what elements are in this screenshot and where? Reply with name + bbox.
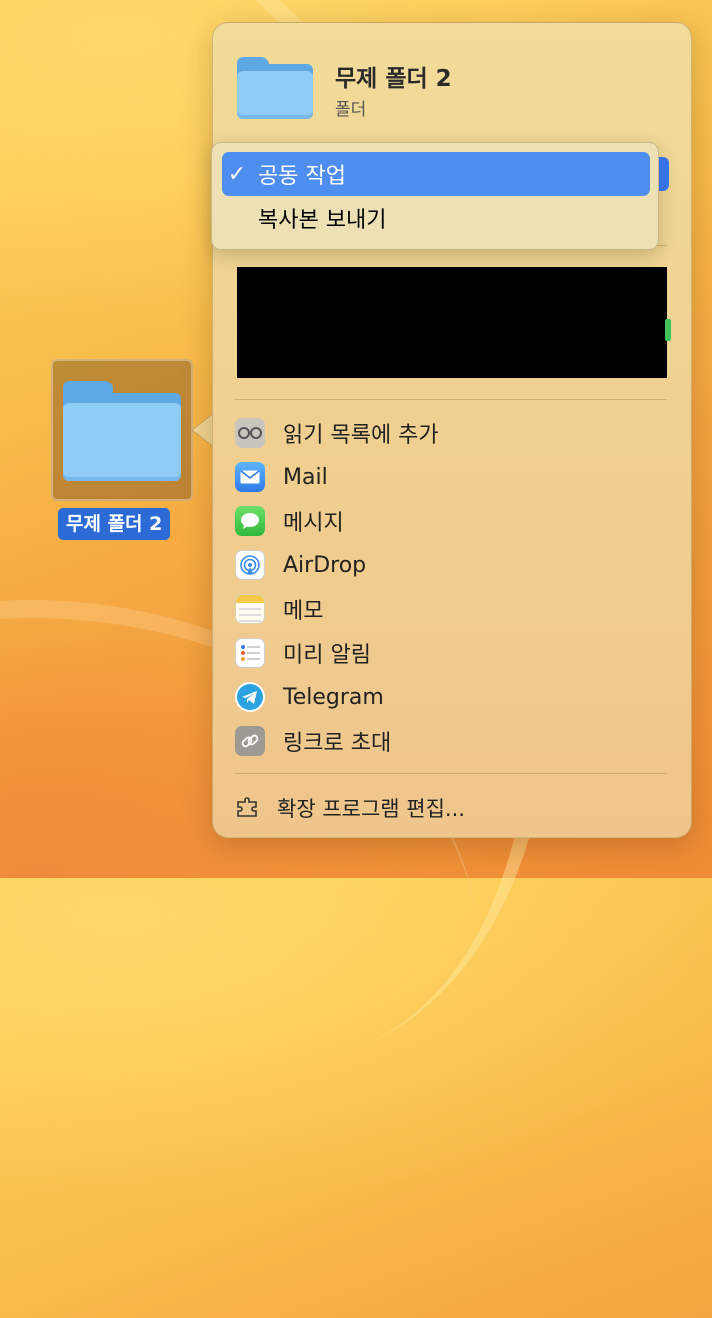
reminders-icon (235, 638, 265, 668)
share-item-label: 읽기 목록에 추가 (283, 423, 439, 448)
messages-icon (235, 506, 265, 536)
menu-option-send-copy[interactable]: 복사본 보내기 (222, 196, 650, 240)
share-item-label: Telegram (283, 684, 384, 710)
puzzle-icon (237, 797, 257, 817)
mail-icon (235, 462, 265, 492)
share-subtitle: 폴더 (335, 100, 367, 120)
notes-icon (235, 594, 265, 624)
share-item-reminders[interactable]: 미리 알림 (235, 633, 675, 673)
telegram-icon (235, 682, 265, 712)
share-item-label: 메시지 (283, 511, 344, 536)
share-item-label: Mail (283, 464, 328, 490)
reading-list-icon (235, 418, 265, 448)
checkmark-icon: ✓ (227, 161, 247, 187)
share-item-airdrop[interactable]: AirDrop (235, 545, 675, 585)
menu-option-collaborate[interactable]: ✓ 공동 작업 (222, 152, 650, 196)
share-item-messages[interactable]: 메시지 (235, 501, 675, 541)
share-mode-dropdown-menu: ✓ 공동 작업 복사본 보내기 (211, 142, 659, 250)
menu-option-label: 복사본 보내기 (258, 208, 387, 233)
share-item-label: 링크로 초대 (283, 731, 392, 756)
divider (235, 399, 667, 400)
share-item-telegram[interactable]: Telegram (235, 677, 675, 717)
share-item-reading-list[interactable]: 읽기 목록에 추가 (235, 413, 675, 453)
airdrop-icon (235, 550, 265, 580)
share-item-mail[interactable]: Mail (235, 457, 675, 497)
share-item-label: AirDrop (283, 552, 367, 578)
folder-icon (63, 381, 181, 481)
divider (235, 773, 667, 774)
folder-icon (237, 57, 313, 119)
share-item-notes[interactable]: 메모 (235, 589, 675, 629)
share-item-invite-link[interactable]: 링크로 초대 (235, 721, 675, 761)
desktop-folder-label[interactable]: 무제 폴더 2 (58, 508, 171, 540)
redacted-area (237, 267, 667, 378)
status-indicator (665, 319, 671, 341)
share-title: 무제 폴더 2 (335, 66, 452, 92)
menu-option-label: 공동 작업 (258, 164, 346, 189)
share-item-label: 메모 (283, 599, 324, 624)
link-icon (235, 726, 265, 756)
desktop-folder-selection[interactable] (51, 359, 193, 501)
edit-extensions-label: 확장 프로그램 편집... (277, 797, 465, 821)
share-item-label: 미리 알림 (283, 643, 371, 668)
edit-extensions-item[interactable]: 확장 프로그램 편집... (235, 791, 465, 825)
